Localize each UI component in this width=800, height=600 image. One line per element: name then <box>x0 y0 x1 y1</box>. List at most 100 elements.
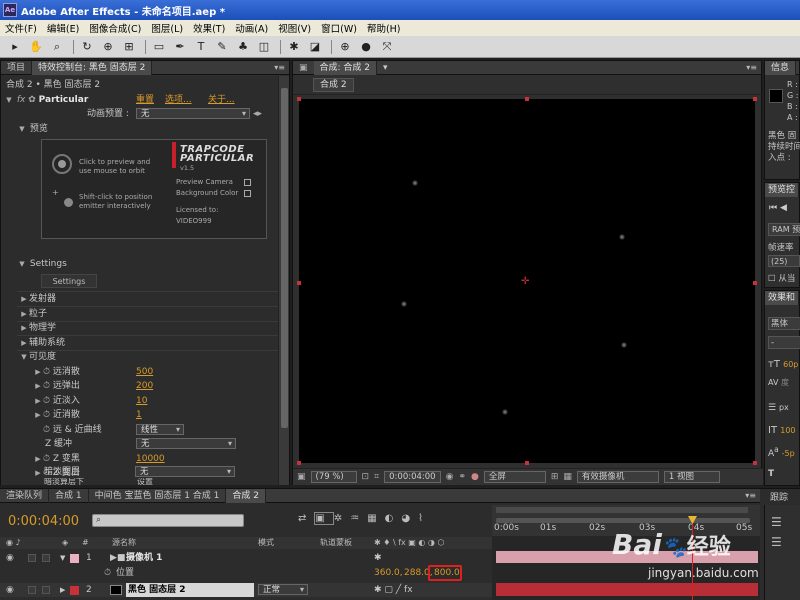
always-preview-icon[interactable]: ▣ <box>297 472 306 482</box>
from-current-checkbox[interactable]: ☐ 从当 <box>768 272 795 284</box>
comp-mini-flowchart-icon[interactable]: ⇄ <box>298 513 314 524</box>
rotate-tool-icon[interactable]: ↻ <box>78 39 96 55</box>
faux-bold-icon[interactable]: T <box>768 469 774 479</box>
tab-project[interactable]: 项目 <box>1 60 33 75</box>
shy-icon[interactable]: ♒ <box>350 513 367 524</box>
tab-preview[interactable]: 预览控 <box>765 182 799 197</box>
stopwatch-icon[interactable]: ⏱ <box>43 410 50 420</box>
expand-triangle-icon[interactable]: ▶ <box>19 321 29 335</box>
lock-toggle[interactable] <box>42 586 50 594</box>
justify-icon[interactable]: ☰ <box>771 535 782 549</box>
tracking-value[interactable]: 度 <box>781 378 789 387</box>
anchor-point-icon[interactable]: ✛ <box>521 276 529 287</box>
group-physics[interactable]: 物理学 <box>29 323 56 333</box>
time-navigator[interactable] <box>492 505 760 516</box>
ram-preview-options[interactable]: RAM 预 <box>768 223 800 236</box>
vertical-scale-value[interactable]: 100 <box>780 426 795 435</box>
frame-blend-icon[interactable]: ▦ <box>367 513 384 524</box>
expand-triangle-icon[interactable]: ▶ <box>33 365 43 379</box>
solo-toggle[interactable] <box>28 554 36 562</box>
tab-solid-comp-1[interactable]: 中间色 宝蓝色 固态层 1 合成 1 <box>89 488 227 503</box>
timeline-timecode[interactable]: 0:00:04:00 <box>8 514 79 529</box>
zoom-dropdown[interactable]: (79 %) <box>310 471 357 483</box>
tab-comp-2[interactable]: 合成 2 <box>226 488 266 503</box>
text-tool-icon[interactable]: T <box>192 39 210 55</box>
view-axis-icon[interactable]: ⤧ <box>378 39 396 55</box>
preview-triangle-icon[interactable]: ▼ <box>17 122 27 136</box>
solo-toggle[interactable] <box>28 586 36 594</box>
composition-dropdown-icon[interactable]: ▾ <box>377 61 394 75</box>
effect-scrollbar[interactable] <box>278 76 289 485</box>
layer-switch-icons[interactable]: ✱ ▢ ╱ fx <box>374 583 413 597</box>
preset-arrow-icon[interactable]: ◂▸ <box>253 107 262 121</box>
stopwatch-icon[interactable]: ⏱ <box>43 425 50 435</box>
framerate-dropdown[interactable]: (25) <box>768 255 800 267</box>
clone-stamp-icon[interactable]: ♣ <box>234 39 252 55</box>
selection-tool-icon[interactable]: ▸ <box>6 39 24 55</box>
z-black-value[interactable]: 10000 <box>136 452 165 466</box>
channel-rgb-icon[interactable]: ● <box>471 472 479 482</box>
solid-layer-bar[interactable] <box>496 583 758 596</box>
expand-triangle-icon[interactable]: ▶ <box>33 452 43 466</box>
zoom-tool-icon[interactable]: ⌕ <box>48 39 66 55</box>
layer-search-input[interactable]: ⌕ <box>92 514 244 527</box>
visibility-eye-icon[interactable]: ◉ <box>6 583 14 597</box>
about-link[interactable]: 关于... <box>208 93 235 107</box>
menu-help[interactable]: 帮助(H) <box>362 21 406 35</box>
roto-brush-icon[interactable]: ◪ <box>306 39 324 55</box>
stopwatch-icon[interactable]: ⏱ <box>104 566 111 580</box>
view-layout-dropdown[interactable]: 1 视图 <box>663 471 720 483</box>
far-vanish-value[interactable]: 500 <box>136 365 153 379</box>
tab-comp-1[interactable]: 合成 1 <box>49 488 89 503</box>
tab-info[interactable]: 信息 <box>765 60 797 75</box>
align-icon[interactable]: ☰ <box>771 515 782 529</box>
brush-tool-icon[interactable]: ✎ <box>213 39 231 55</box>
position-x-value[interactable]: 360.0, <box>374 566 403 580</box>
background-color-checkbox[interactable] <box>244 190 251 197</box>
menu-layer[interactable]: 图层(L) <box>146 21 188 35</box>
puppet-pin-icon[interactable]: ✱ <box>285 39 303 55</box>
tab-render-queue[interactable]: 渲染队列 <box>0 488 50 503</box>
expand-triangle-icon[interactable]: ▶ <box>33 394 43 408</box>
work-area-bar[interactable] <box>496 518 750 523</box>
label-color-swatch[interactable] <box>70 586 79 595</box>
layer-name[interactable]: 黑色 固态层 2 <box>126 583 254 597</box>
group-particle[interactable]: 粒子 <box>29 309 47 319</box>
source-name-header[interactable]: 源名称 <box>112 537 136 549</box>
font-style-dropdown[interactable]: - <box>768 336 800 349</box>
mode-header[interactable]: 模式 <box>258 537 274 549</box>
hand-tool-icon[interactable]: ✋ <box>27 39 45 55</box>
expand-triangle-icon[interactable]: ▶ <box>60 583 65 597</box>
expand-triangle-icon[interactable]: ▶ <box>33 379 43 393</box>
menu-file[interactable]: 文件(F) <box>0 21 42 35</box>
settings-triangle-icon[interactable]: ▼ <box>17 257 27 271</box>
pan-behind-icon[interactable]: ⊞ <box>120 39 138 55</box>
fx-toggle-icon[interactable]: fx <box>17 95 26 105</box>
panel-menu-icon[interactable]: ▾≡ <box>746 63 757 72</box>
far-start-fade-value[interactable]: 200 <box>136 379 153 393</box>
camera-orbit-icon[interactable]: ⊕ <box>99 39 117 55</box>
panel-menu-icon[interactable]: ▾≡ <box>745 491 756 500</box>
eraser-tool-icon[interactable]: ◫ <box>255 39 273 55</box>
expand-triangle-icon[interactable]: ▶ <box>33 408 43 422</box>
settings-button[interactable]: Settings <box>41 274 97 288</box>
stroke-unit[interactable]: px <box>779 403 789 412</box>
pen-tool-icon[interactable]: ✒ <box>171 39 189 55</box>
blend-mode-dropdown[interactable]: 正常 <box>258 584 308 595</box>
reset-link[interactable]: 重置 <box>136 93 154 107</box>
lock-icon[interactable]: ▣ <box>293 61 314 75</box>
visibility-eye-icon[interactable]: ◉ <box>6 551 14 565</box>
brainstorm-icon[interactable]: ◕ <box>401 513 418 524</box>
collapse-triangle-icon[interactable]: ▼ <box>4 93 14 107</box>
trkmat-header[interactable]: 轨道蒙板 <box>320 537 352 549</box>
collapse-triangle-icon[interactable]: ▼ <box>19 350 29 364</box>
menu-animation[interactable]: 动画(A) <box>230 21 273 35</box>
live-update-icon[interactable]: ▣ <box>314 512 334 525</box>
draft-3d-icon[interactable]: ✲ <box>334 513 350 524</box>
camera-view-dropdown[interactable]: 有效摄像机 <box>576 471 659 483</box>
baseline-value[interactable]: -5p <box>782 449 795 458</box>
group-aux-system[interactable]: 辅助系统 <box>29 338 65 348</box>
show-snapshot-icon[interactable]: ⚭ <box>458 472 466 482</box>
stopwatch-icon[interactable]: ⏱ <box>43 396 50 406</box>
expand-triangle-icon[interactable]: ▶ <box>33 466 43 480</box>
